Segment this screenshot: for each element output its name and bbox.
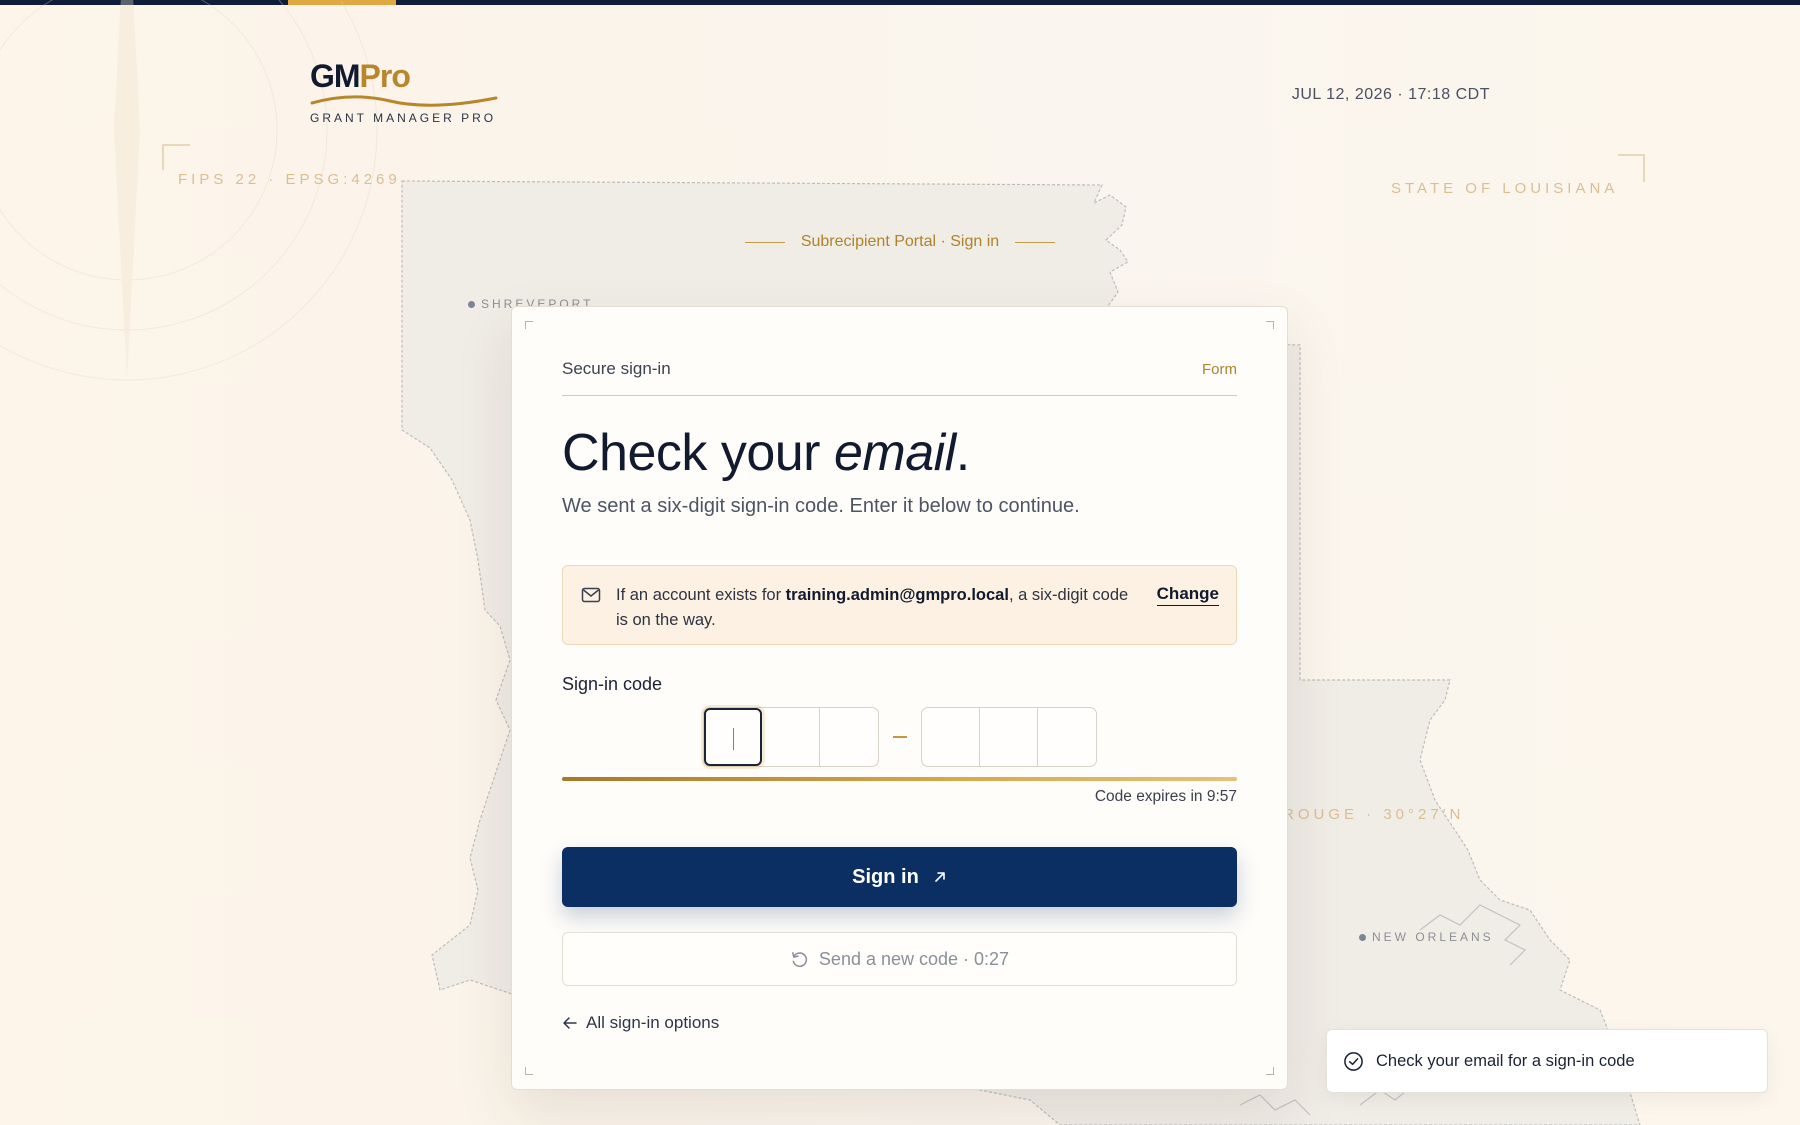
resend-code-button[interactable]: Send a new code · 0:27 — [562, 932, 1237, 986]
signin-card: Secure sign-in Form Check your email. We… — [511, 306, 1288, 1090]
city-dot — [1359, 933, 1366, 941]
card-header: Secure sign-in Form — [562, 359, 1237, 396]
divider — [744, 241, 785, 243]
code-digit-5[interactable] — [980, 708, 1038, 766]
portal-tag-label: Subrecipient Portal · Sign in — [800, 233, 1000, 250]
notice-message: If an account exists for training.admin@… — [616, 586, 1129, 629]
page-title: Check your email. — [562, 424, 970, 482]
all-signin-options-link[interactable]: All sign-in options — [562, 1013, 719, 1033]
code-digit-1[interactable] — [703, 708, 762, 766]
mail-icon — [581, 587, 601, 603]
map-state-label: STATE OF LOUISIANA — [1391, 180, 1619, 197]
card-eyebrow-right: Form — [1202, 360, 1237, 378]
code-digit-2[interactable] — [762, 708, 820, 766]
code-separator — [892, 736, 907, 738]
logo-tagline: GRANT MANAGER PRO — [310, 111, 497, 125]
brand-logo[interactable]: GMPro GRANT MANAGER PRO — [310, 58, 498, 125]
signin-button-label: Sign in — [852, 865, 919, 888]
toast-message: Check your email for a sign-in code — [1376, 1051, 1635, 1070]
corner-mark — [525, 321, 533, 329]
city-marker-new-orleans: NEW ORLEANS — [1359, 930, 1494, 944]
arrow-left-icon — [563, 1017, 577, 1029]
city-dot — [468, 300, 475, 308]
corner-mark — [1266, 321, 1274, 329]
code-expiry: Code expires in 9:57 — [1094, 788, 1237, 805]
code-input — [562, 707, 1237, 767]
compass-rose-icon — [0, 0, 378, 381]
signin-button[interactable]: Sign in — [562, 847, 1237, 907]
code-digit-6[interactable] — [1038, 708, 1096, 766]
page-subtitle: We sent a six-digit sign-in code. Enter … — [562, 495, 1080, 517]
code-label: Sign-in code — [562, 674, 663, 694]
arrow-up-right-icon — [935, 872, 945, 882]
header-datetime: JUL 12, 2026 · 17:18 CDT — [1291, 86, 1490, 103]
code-timer-bar — [562, 777, 1237, 781]
code-digit-3[interactable] — [820, 708, 878, 766]
map-latitude-label: ROUGE · 30°27′N — [1283, 806, 1465, 823]
back-link-label: All sign-in options — [586, 1013, 720, 1032]
card-eyebrow: Secure sign-in — [562, 359, 671, 378]
code-digit-4[interactable] — [922, 708, 980, 766]
notice-email: training.admin@gmpro.local — [785, 586, 1009, 604]
portal-tag: Subrecipient Portal · Sign in — [742, 233, 1058, 251]
change-email-link[interactable]: Change — [1156, 583, 1219, 606]
text-caret — [732, 728, 734, 750]
code-group-second — [920, 707, 1097, 767]
corner-mark — [525, 1067, 533, 1075]
toast-notification: Check your email for a sign-in code — [1326, 1029, 1768, 1093]
corner-mark — [1266, 1067, 1274, 1075]
email-notice: If an account exists for training.admin@… — [562, 565, 1237, 645]
map-coordinate-label: FIPS 22 · EPSG:4269 — [178, 171, 401, 188]
city-label: NEW ORLEANS — [1372, 930, 1494, 944]
resend-code-label: Send a new code · 0:27 — [818, 948, 1010, 969]
divider — [1015, 241, 1056, 243]
refresh-icon — [792, 951, 808, 967]
code-group-first — [702, 707, 879, 767]
logo-wordmark: GMPro — [310, 58, 411, 94]
check-circle-icon — [1344, 1051, 1363, 1071]
logo-wave-icon — [310, 95, 498, 107]
